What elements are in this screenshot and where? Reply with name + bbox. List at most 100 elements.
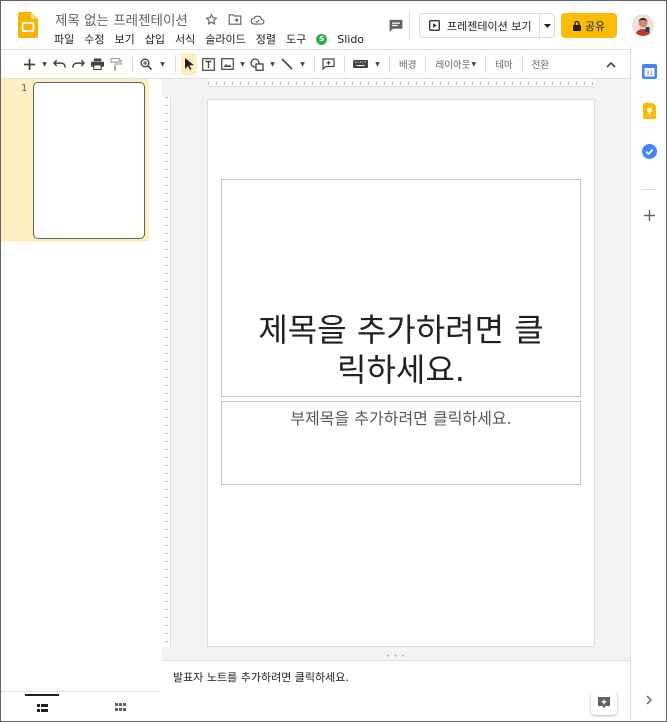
menu-tools[interactable]: 도구 [286,31,306,47]
toolbar-divider [485,55,487,73]
collapse-menus-button[interactable] [603,54,619,76]
speaker-notes-placeholder[interactable]: 발표자 노트를 추가하려면 클릭하세요. [173,669,349,685]
undo-button[interactable] [51,53,67,75]
caret-down-icon: ▼ [300,60,305,68]
menu-arrange[interactable]: 정렬 [256,31,276,47]
keep-addon-button[interactable] [641,103,657,119]
filmstrip-scrollbar[interactable] [151,79,161,691]
layout-button[interactable]: 레이아웃 [435,57,470,71]
shape-button[interactable] [249,53,265,75]
slide-number: 1 [21,83,28,94]
caret-down-icon: ▼ [270,60,275,68]
star-icon[interactable] [203,11,220,28]
speaker-notes-panel[interactable]: 발표자 노트를 추가하려면 클릭하세요. [162,661,630,721]
present-button[interactable]: 프레젠테이션 보기 [420,14,540,37]
show-side-panel-button[interactable] [641,692,657,708]
text-box-button[interactable] [200,53,216,75]
line-dropdown[interactable]: ▼ [298,53,306,75]
undo-icon [52,59,66,68]
calendar-addon-button[interactable]: 31 [641,63,657,79]
theme-button[interactable]: 테마 [495,57,512,71]
zoom-button[interactable] [138,53,154,75]
side-panel: 31 [630,49,666,721]
slide-thumbnail[interactable] [33,82,145,239]
plus-icon [643,209,655,221]
subtitle-placeholder-text: 부제목을 추가하려면 클릭하세요. [290,409,512,428]
caret-down-icon: ▼ [160,60,165,68]
chevron-down-icon [543,23,551,28]
slide-editor: 제목을 추가하려면 클릭하세요. 부제목을 추가하려면 클릭하세요. [162,79,630,655]
filmstrip-view-button[interactable] [25,694,59,720]
new-slide-button[interactable] [21,53,37,75]
document-title[interactable]: 제목 없는 프레젠테이션 [55,9,188,29]
caret-down-icon: ▼ [375,60,380,68]
title-placeholder-text: 제목을 추가하려면 클릭하세요. [258,311,544,389]
header-divider [409,11,410,39]
menu-slido[interactable]: S Slido [316,31,374,47]
share-label: 공유 [584,19,606,33]
new-slide-layout-dropdown[interactable]: ▼ [40,53,48,75]
shape-icon [250,57,264,71]
comment-history-button[interactable] [385,14,407,36]
menu-view[interactable]: 보기 [115,31,135,47]
insert-image-button[interactable] [219,53,235,75]
toolbar-divider [389,55,390,73]
drag-handle-icon: • • • [386,653,406,660]
move-folder-icon[interactable] [226,11,243,28]
background-button[interactable]: 배경 [399,57,416,71]
account-avatar[interactable] [632,14,654,36]
calendar-icon: 31 [641,63,657,79]
toolbar: ▼ ▼ ▼ ▼ ▼ ▼ 배경 레이아웃 ▼ 테마 전환 [1,49,630,79]
paint-format-icon [110,57,122,71]
subtitle-placeholder-box[interactable]: 부제목을 추가하려면 클릭하세요. [221,401,581,485]
menu-insert[interactable]: 삽입 [145,31,165,47]
zoom-dropdown[interactable]: ▼ [157,53,167,75]
slido-icon: S [316,33,328,45]
menu-file[interactable]: 파일 [54,31,74,47]
cloud-saved-icon[interactable] [249,11,266,28]
slide-filmstrip: 1 [1,79,161,691]
print-button[interactable] [89,53,105,75]
toolbar-divider [344,55,345,73]
text-box-icon [201,57,215,71]
tasks-addon-button[interactable] [641,143,657,159]
image-icon [220,58,234,70]
toolbar-divider [314,55,315,73]
explore-button[interactable] [591,691,617,715]
redo-button[interactable] [70,53,86,75]
input-tools-button[interactable] [350,53,370,75]
svg-text:31: 31 [645,70,653,77]
menu-slide[interactable]: 슬라이드 [205,31,245,47]
input-tools-dropdown[interactable]: ▼ [373,53,381,75]
transition-button[interactable]: 전환 [532,57,549,71]
slides-logo-icon[interactable] [18,12,38,38]
caret-down-icon: ▼ [240,60,245,68]
image-dropdown[interactable]: ▼ [238,53,246,75]
shape-dropdown[interactable]: ▼ [268,53,276,75]
present-label: 프레젠테이션 보기 [447,19,532,33]
slide-canvas[interactable]: 제목을 추가하려면 클릭하세요. 부제목을 추가하려면 클릭하세요. [208,100,594,646]
line-button[interactable] [279,53,295,75]
menu-format[interactable]: 서식 [175,31,195,47]
cursor-arrow-icon [184,58,194,70]
paint-format-button[interactable] [108,53,124,75]
grid-view-button[interactable] [103,694,137,720]
chevron-right-icon [646,695,652,705]
add-comment-button[interactable] [320,53,336,75]
menu-edit[interactable]: 수정 [84,31,104,47]
vertical-ruler[interactable] [162,97,171,647]
comment-icon [389,19,403,32]
get-addons-button[interactable] [641,207,657,223]
app-window: 제목 없는 프레젠테이션 파일 수정 보기 삽입 서식 슬라이드 정렬 도구 S… [0,0,667,722]
select-tool-button[interactable] [181,53,197,75]
keyboard-icon [352,60,368,68]
filmstrip-slide-item[interactable]: 1 [1,79,149,242]
grid-view-icon [114,702,126,711]
present-dropdown[interactable] [540,23,554,28]
add-comment-icon [321,58,335,70]
menu-bar: 파일 수정 보기 삽입 서식 슬라이드 정렬 도구 S Slido [54,31,384,47]
title-placeholder-box[interactable]: 제목을 추가하려면 클릭하세요. [221,179,581,397]
horizontal-ruler[interactable] [208,79,594,87]
share-button[interactable]: 공유 [561,13,617,38]
present-button-group: 프레젠테이션 보기 [419,13,555,38]
